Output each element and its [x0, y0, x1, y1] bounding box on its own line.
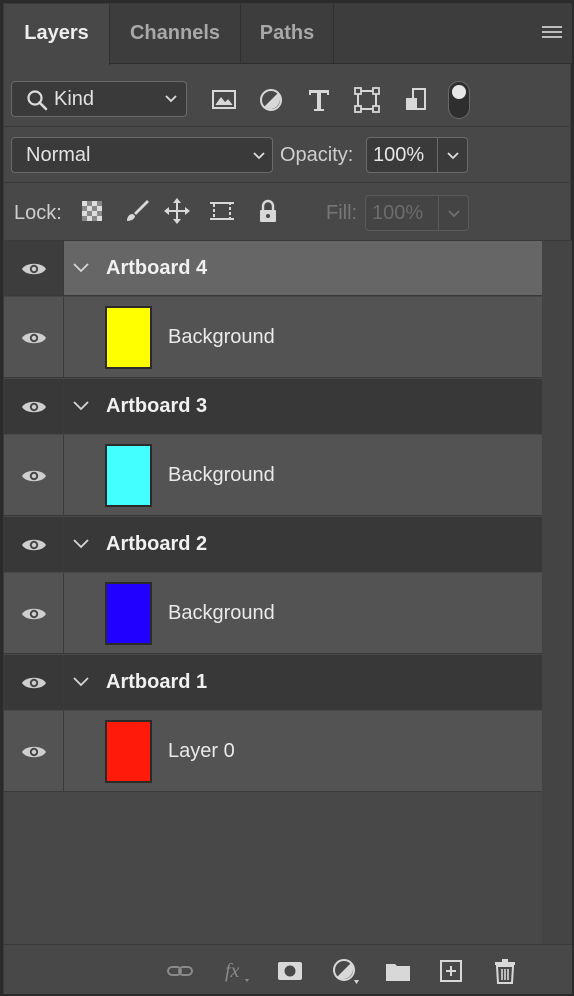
tab-paths[interactable]: Paths: [241, 4, 334, 64]
add-mask-icon[interactable]: [276, 957, 304, 985]
lock-image-icon[interactable]: [122, 197, 150, 225]
layer-list: Artboard 4 Background Artboard 3 Background…: [4, 241, 572, 946]
lock-position-icon[interactable]: [163, 197, 191, 225]
layer-name[interactable]: Layer 0: [168, 740, 235, 763]
artboard-row[interactable]: Artboard 1: [4, 655, 542, 710]
image-filter-icon[interactable]: [209, 85, 239, 115]
expand-chevron-icon[interactable]: [72, 259, 90, 277]
eye-icon[interactable]: [21, 744, 47, 760]
lock-transparent-icon[interactable]: [78, 197, 106, 225]
artboard-name[interactable]: Artboard 2: [106, 533, 207, 556]
blend-mode-dropdown[interactable]: Normal: [11, 137, 273, 173]
visibility-toggle[interactable]: [4, 711, 64, 791]
visibility-toggle[interactable]: [4, 573, 64, 653]
visibility-toggle[interactable]: [4, 241, 64, 295]
tab-layers[interactable]: Layers: [4, 4, 110, 65]
chevron-down-icon: [253, 152, 265, 160]
link-layers-icon[interactable]: [166, 957, 194, 985]
tab-channels[interactable]: Channels: [110, 4, 241, 64]
opacity-label: Opacity:: [280, 144, 354, 166]
panel-menu-icon[interactable]: [542, 26, 562, 42]
layer-thumbnail: [105, 444, 152, 507]
artboard-name[interactable]: Artboard 1: [106, 671, 207, 694]
delete-icon[interactable]: [491, 957, 519, 985]
eye-icon[interactable]: [21, 261, 47, 277]
new-layer-icon[interactable]: [437, 957, 465, 985]
visibility-toggle[interactable]: [4, 379, 64, 433]
filter-toggle[interactable]: [448, 81, 470, 119]
visibility-toggle[interactable]: [4, 297, 64, 377]
adjustment-filter-icon[interactable]: [256, 85, 286, 115]
artboard-name[interactable]: Artboard 3: [106, 395, 207, 418]
fill-value: 100%: [372, 202, 424, 224]
eye-icon[interactable]: [21, 537, 47, 553]
new-group-icon[interactable]: [384, 957, 412, 985]
adjustment-layer-icon[interactable]: [331, 957, 359, 985]
filter-kind-dropdown[interactable]: Kind: [11, 81, 187, 117]
eye-icon[interactable]: [21, 606, 47, 622]
visibility-toggle[interactable]: [4, 517, 64, 571]
fill-label: Fill:: [326, 202, 358, 224]
expand-chevron-icon[interactable]: [72, 673, 90, 691]
layer-name[interactable]: Background: [168, 602, 275, 625]
layer-row[interactable]: Background: [4, 435, 542, 516]
eye-icon[interactable]: [21, 399, 47, 415]
opacity-value[interactable]: 100%: [373, 144, 424, 167]
lock-artboard-icon[interactable]: [208, 197, 236, 225]
filter-row: Kind: [4, 65, 572, 127]
layer-thumbnail: [105, 720, 152, 783]
expand-chevron-icon[interactable]: [72, 535, 90, 553]
lock-row: Lock: Fill: 100%: [4, 183, 572, 241]
layer-list-gutter: [542, 241, 572, 944]
expand-chevron-icon[interactable]: [72, 397, 90, 415]
layer-row[interactable]: Layer 0: [4, 711, 542, 792]
lock-all-icon[interactable]: [254, 197, 282, 225]
search-icon: [27, 90, 48, 111]
blend-row: Normal Opacity: 100%: [4, 127, 572, 183]
artboard-row[interactable]: Artboard 4: [4, 241, 542, 296]
fill-field[interactable]: 100%: [365, 195, 469, 231]
layer-row[interactable]: Background: [4, 573, 542, 654]
fx-icon[interactable]: fx: [222, 957, 250, 985]
smart-object-filter-icon[interactable]: [401, 85, 431, 115]
svg-text:fx: fx: [225, 960, 240, 982]
layer-thumbnail: [105, 306, 152, 369]
layer-name[interactable]: Background: [168, 326, 275, 349]
chevron-down-icon: [448, 210, 460, 218]
layer-name[interactable]: Background: [168, 464, 275, 487]
artboard-name[interactable]: Artboard 4: [106, 257, 207, 280]
type-filter-icon[interactable]: [304, 85, 334, 115]
tab-bar: Layers Channels Paths: [4, 4, 572, 65]
chevron-down-icon: [165, 95, 177, 103]
visibility-toggle[interactable]: [4, 655, 64, 709]
layers-panel: Layers Channels Paths Kind Normal Opacit…: [3, 3, 572, 994]
lock-label: Lock:: [14, 202, 62, 224]
opacity-field[interactable]: 100%: [366, 137, 468, 173]
chevron-down-icon[interactable]: [446, 151, 460, 161]
layer-row[interactable]: Background: [4, 297, 542, 378]
eye-icon[interactable]: [21, 468, 47, 484]
layer-thumbnail: [105, 582, 152, 645]
eye-icon[interactable]: [21, 330, 47, 346]
eye-icon[interactable]: [21, 675, 47, 691]
artboard-row[interactable]: Artboard 3: [4, 379, 542, 434]
shape-filter-icon[interactable]: [352, 85, 382, 115]
panel-footer: fx: [4, 944, 572, 994]
visibility-toggle[interactable]: [4, 435, 64, 515]
artboard-row[interactable]: Artboard 2: [4, 517, 542, 572]
blend-mode-value: Normal: [26, 144, 91, 166]
filter-kind-label: Kind: [54, 88, 95, 110]
